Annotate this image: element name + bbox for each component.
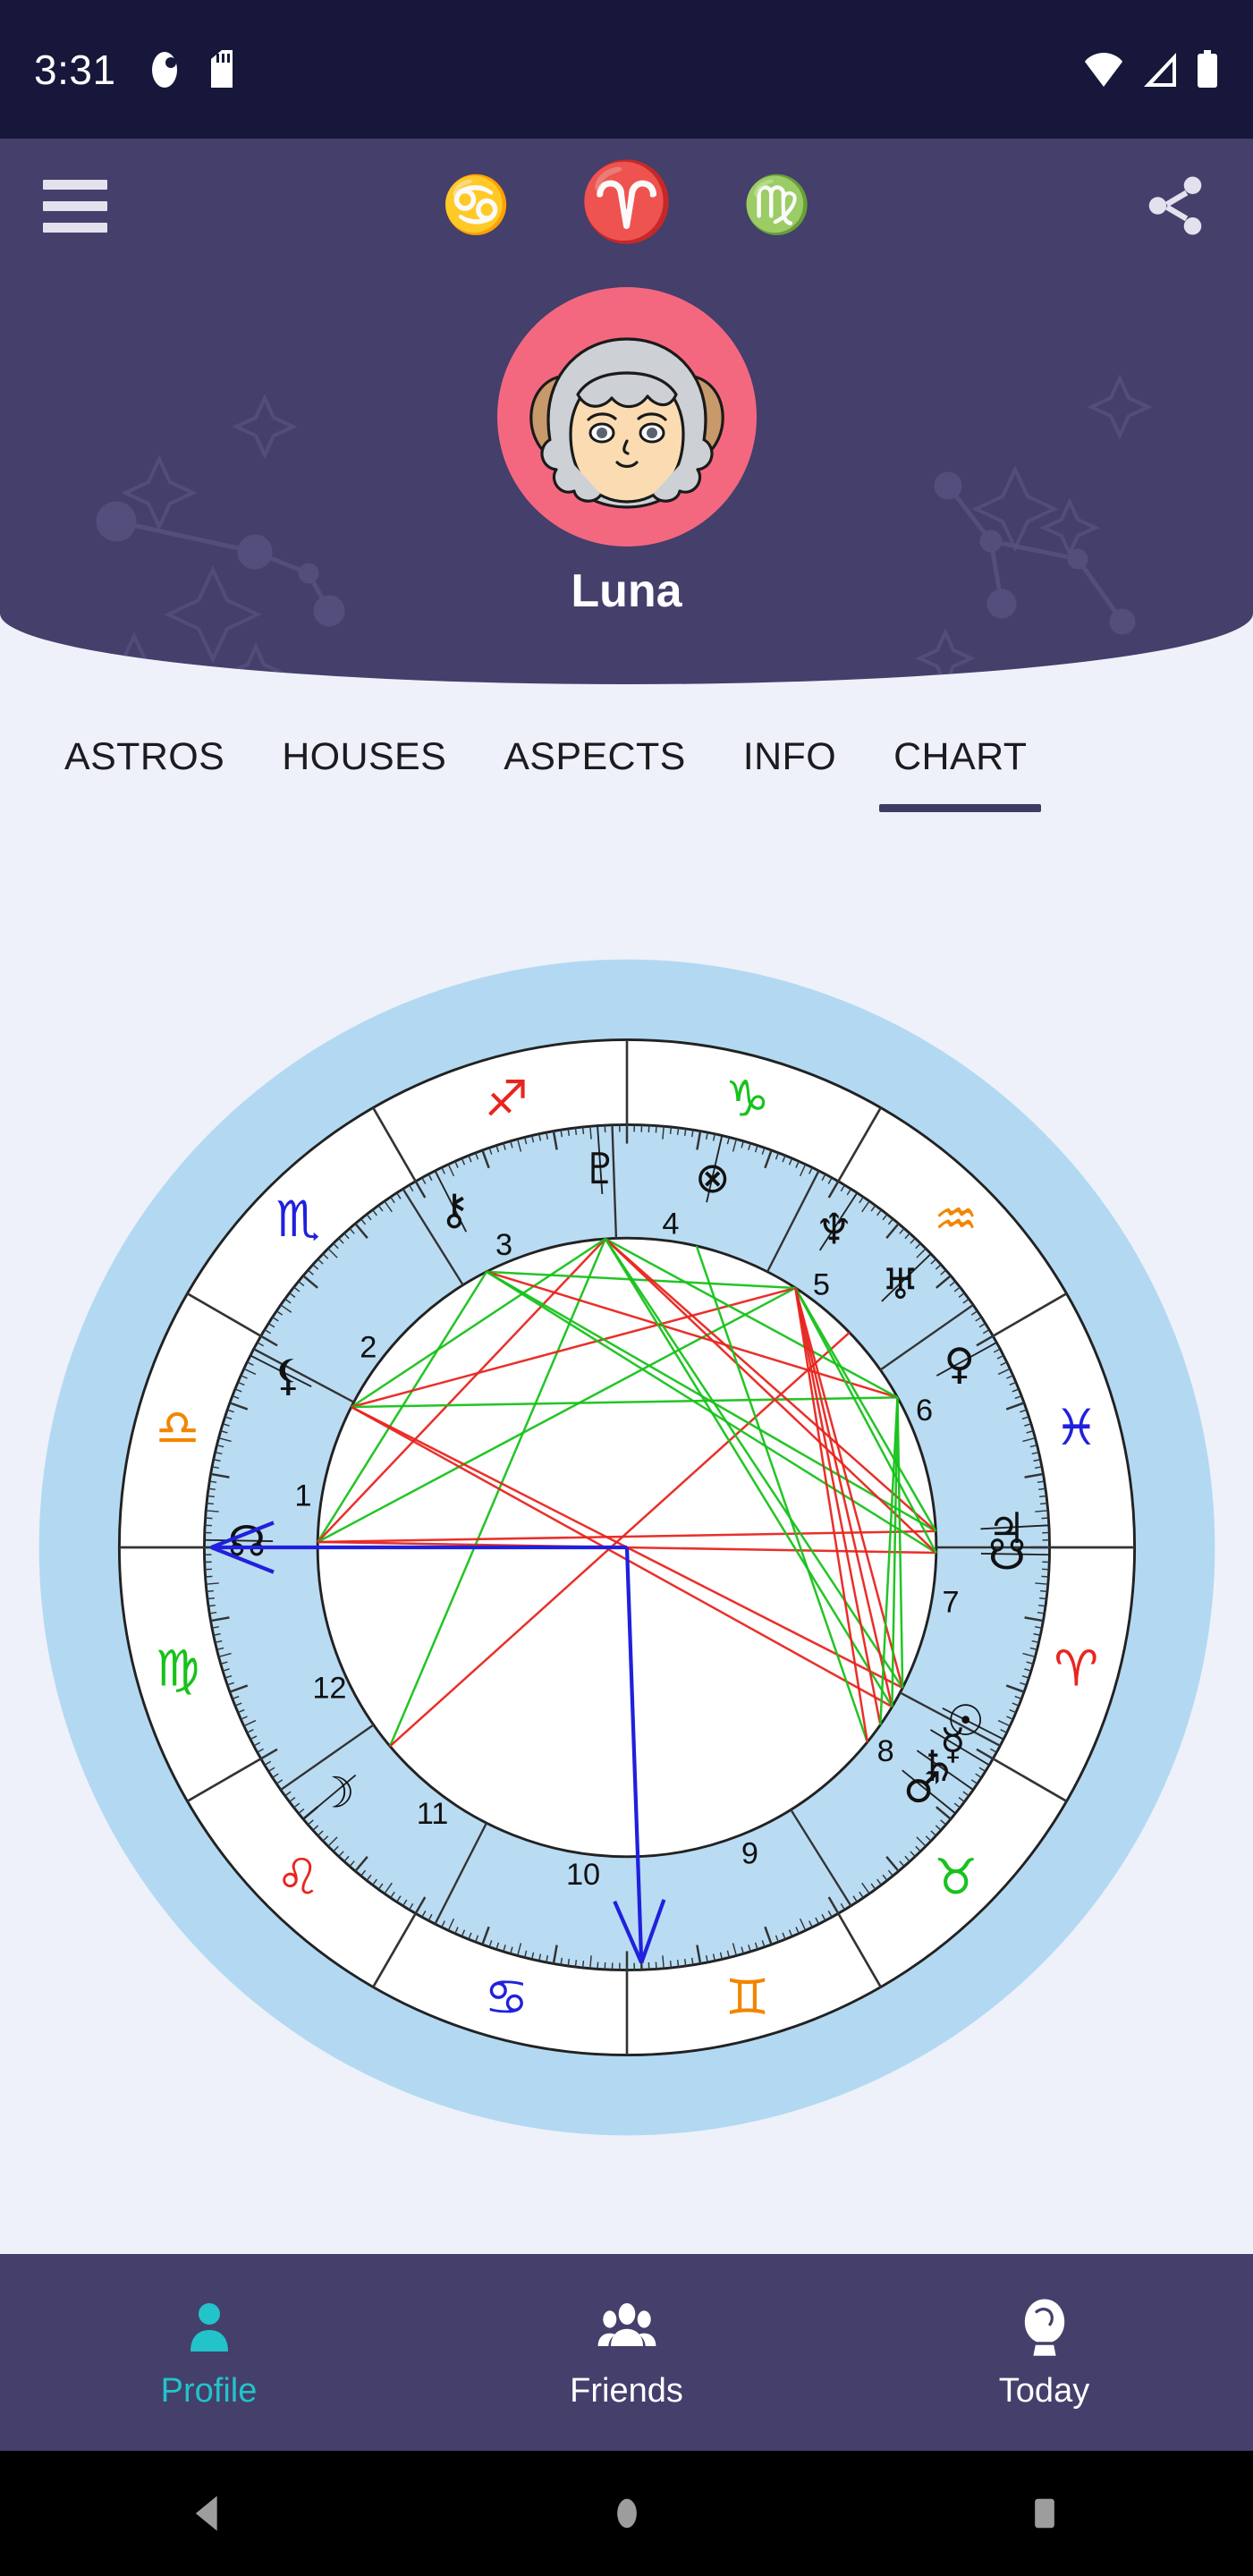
tab-houses-label: HOUSES [282,735,447,778]
house-number-10: 10 [565,1858,599,1892]
sign-glyph-aquarius: ♒ [933,1191,978,1249]
sign-glyph-cancer: ♋ [484,1970,529,2027]
house-number-8: 8 [876,1734,893,1768]
wifi-icon [1085,52,1122,87]
tab-info[interactable]: INFO [715,716,865,832]
header-sign-virgo[interactable]: ♍ [742,178,811,233]
house-number-7: 7 [942,1586,959,1620]
status-time: 3:31 [34,46,116,93]
sign-glyph-virgo: ♍ [155,1640,199,1698]
sign-glyph-aries: ♈ [1054,1640,1098,1698]
status-right-icons [1083,49,1219,89]
header-sign-trio: ♋ ♈ ♍ [0,139,1253,273]
tab-chart[interactable]: CHART [865,716,1055,832]
sign-glyph-sagittarius: ♐ [484,1071,529,1128]
house-number-3: 3 [495,1228,512,1262]
house-number-9: 9 [741,1836,758,1870]
nav-label-profile: Profile [160,2371,258,2410]
sign-glyph-taurus: ♉ [933,1850,978,1907]
planet-glyph-uranus[interactable]: ♅ [881,1260,919,1309]
sd-card-icon [210,49,233,88]
nav-label-today: Today [998,2371,1090,2410]
planet-glyph-lilith[interactable]: ⚸ [272,1352,303,1401]
planet-glyph-chiron[interactable]: ⚷ [438,1185,470,1234]
profile-name: Luna [571,565,682,617]
nav-item-today[interactable]: Today [835,2295,1253,2411]
sign-glyph-libra: ♎ [155,1400,199,1457]
aries-ram-avatar-icon [529,337,724,509]
planet-glyph-pluto[interactable]: ♇ [581,1145,620,1194]
battery-icon [1198,49,1217,88]
house-number-6: 6 [916,1394,933,1428]
circle-icon [616,2498,637,2529]
house-number-11: 11 [416,1797,448,1831]
planet-glyph-part-of-fortune[interactable]: ⊗ [694,1154,730,1203]
planet-glyph-moon[interactable]: ☽ [317,1768,355,1818]
android-navigation-bar [0,2451,1253,2576]
house-number-2: 2 [360,1330,377,1364]
square-icon [1034,2498,1054,2529]
tab-chart-label: CHART [893,735,1028,778]
crystal-ball-icon [1024,2299,1064,2356]
avatar[interactable] [496,287,757,547]
planet-glyph-neptune[interactable]: ♆ [815,1206,853,1255]
android-back-button[interactable] [0,2490,418,2537]
tab-aspects[interactable]: ASPECTS [475,716,715,832]
house-number-5: 5 [812,1268,829,1302]
chart-container[interactable]: ♈ ♉ ♊ ♋ ♌ ♍ ♎ ♏ ♐ ♑ ♒ ♓ 1 2 3 4 5 6 7 8 9 10 11 12 ☽ ☊ ⚸ ⚷ ♇ ⊗ ♆ ♅ ♀ ♃ ☋… [0,841,1253,2254]
tab-info-label: INFO [742,735,837,778]
profile-header: ♋ ♈ ♍ Luna [0,139,1253,684]
status-left-icons [147,49,236,89]
nav-label-friends: Friends [570,2371,683,2410]
nav-item-friends[interactable]: Friends [418,2295,835,2411]
person-icon [190,2302,228,2351]
android-recents-button[interactable] [835,2490,1253,2537]
bottom-navigation: Profile Friends Today [0,2254,1253,2451]
sign-glyph-pisces: ♓ [1054,1400,1098,1457]
people-group-icon [597,2302,656,2346]
tab-astros[interactable]: ASTROS [36,716,253,832]
natal-chart-wheel[interactable]: ♈♉♊♋♌♍♎♏♐ ♑♒♓ 123456789101112 ☽☊⚸⚷♇ ⊗♆♅♀♃☋… [37,957,1217,2138]
sign-glyph-scorpio: ♏ [275,1191,320,1249]
avatar-circle [496,287,757,547]
planet-glyph-venus[interactable]: ♀ [944,1340,975,1389]
house-number-4: 4 [662,1208,679,1241]
nav-item-profile[interactable]: Profile [0,2295,418,2411]
tab-active-indicator [879,804,1042,812]
signal-icon [1144,52,1176,87]
header-toolbar: ♋ ♈ ♍ [0,139,1253,273]
house-number-12: 12 [312,1671,346,1705]
tab-aspects-label: ASPECTS [504,735,686,778]
sign-glyph-capricorn: ♑ [724,1071,769,1128]
sign-glyph-gemini: ♊ [724,1970,769,2027]
tab-houses[interactable]: HOUSES [253,716,475,832]
sign-glyph-leo: ♌ [275,1850,320,1907]
triangle-left-icon [195,2496,217,2531]
header-sign-aries[interactable]: ♈ [579,164,674,241]
android-home-button[interactable] [418,2490,835,2537]
header-sign-cancer[interactable]: ♋ [442,178,511,233]
planet-glyph-mars[interactable]: ♂ [903,1764,942,1813]
tab-astros-label: ASTROS [64,735,225,778]
camera-privacy-icon [151,51,177,88]
house-number-1: 1 [294,1479,311,1513]
tab-bar: ASTROS HOUSES ASPECTS INFO CHART [0,716,1253,832]
status-bar: 3:31 [0,0,1253,139]
planet-glyph-south-node[interactable]: ☋ [987,1531,1025,1580]
